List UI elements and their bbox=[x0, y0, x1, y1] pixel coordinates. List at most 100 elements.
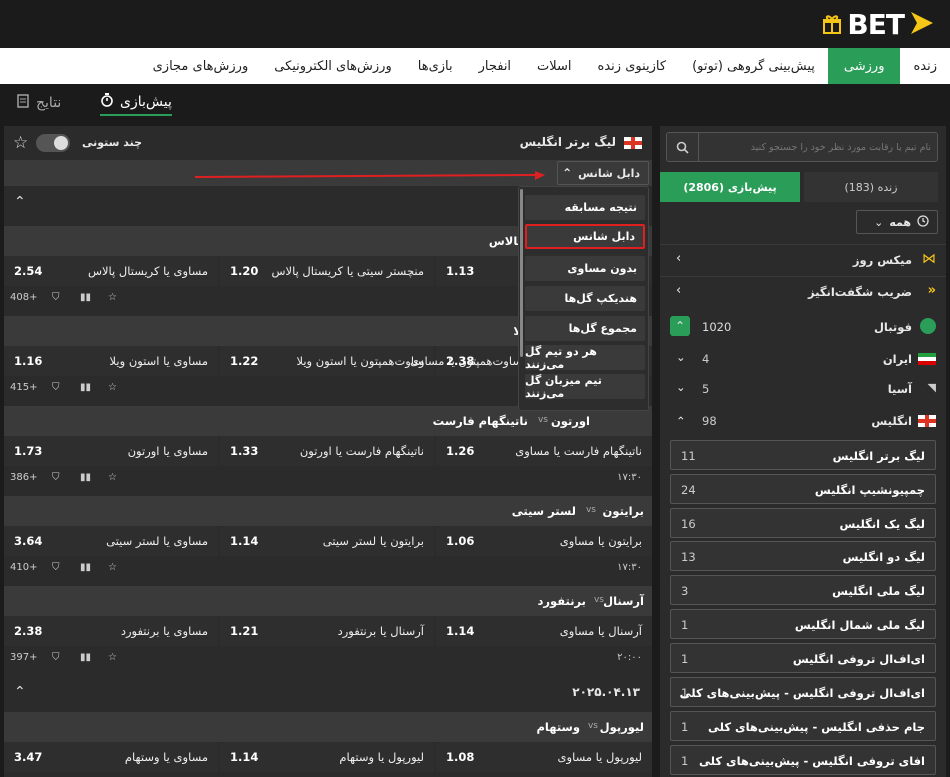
promo-mix-of-day[interactable]: ‹ میکس روز ⋈ bbox=[660, 244, 946, 274]
jersey-icon[interactable]: ⛉ bbox=[52, 292, 60, 303]
market-option[interactable]: مجموع گل‌ها bbox=[525, 316, 645, 341]
nav-toto[interactable]: پیش‌بینی گروهی (توتو) bbox=[679, 48, 828, 84]
stopwatch-icon bbox=[100, 93, 114, 111]
odds-cell-2[interactable]: ناتینگهام فارست یا اورتون 1.33 bbox=[220, 436, 434, 466]
promo-amazing-odds[interactable]: ‹ ضریب شگفت‌انگیز » bbox=[660, 276, 946, 306]
market-option[interactable]: بدون مساوی bbox=[525, 256, 645, 281]
more-markets-count[interactable]: 415+ bbox=[10, 382, 37, 393]
odds-value: 2.38 bbox=[446, 354, 475, 368]
odds-value: 2.54 bbox=[14, 264, 43, 278]
country-asia[interactable]: ⌄ 5 آسیا ◥ bbox=[660, 374, 946, 404]
stats-icon[interactable]: ▮▮ bbox=[80, 382, 91, 393]
league-item[interactable]: 1 ای‌اف‌ال تروفی انگلیس - پیش‌بینی‌های کل… bbox=[670, 677, 936, 707]
league-item[interactable]: 1 جام حذفی انگلیس - پیش‌بینی‌های کلی bbox=[670, 711, 936, 741]
league-item[interactable]: 1 لیگ ملی شمال انگلیس bbox=[670, 609, 936, 639]
odds-cell-3[interactable]: مساوی یا استون ویلا 1.16 bbox=[4, 346, 218, 376]
odds-value: 1.26 bbox=[446, 444, 475, 458]
odds-cell-1[interactable]: آرسنال یا مساوی 1.14 bbox=[436, 616, 652, 646]
stats-icon[interactable]: ▮▮ bbox=[80, 652, 91, 663]
country-iran[interactable]: ⌄ 4 ایران bbox=[660, 344, 946, 374]
nav-games[interactable]: بازی‌ها bbox=[405, 48, 466, 84]
market-select[interactable]: ⌃ دابل شانس bbox=[557, 161, 649, 185]
odds-cell-2[interactable]: لیورپول یا وستهام 1.14 bbox=[220, 742, 434, 772]
country-england[interactable]: ⌃ 98 انگلیس bbox=[660, 406, 946, 436]
search-input[interactable] bbox=[701, 133, 937, 161]
double-chevron-icon: » bbox=[927, 283, 936, 298]
gift-icon[interactable] bbox=[821, 13, 843, 35]
odds-cell-3[interactable]: مساوی یا اورتون 1.73 bbox=[4, 436, 218, 466]
league-item[interactable]: 3 لیگ ملی انگلیس bbox=[670, 575, 936, 605]
nav-esports[interactable]: ورزش‌های الکترونیکی bbox=[261, 48, 405, 84]
columns-toggle[interactable] bbox=[36, 134, 70, 152]
odds-cell-1[interactable]: لیورپول یا مساوی 1.08 bbox=[436, 742, 652, 772]
odds-cell-2[interactable]: برایتون یا لستر سیتی 1.14 bbox=[220, 526, 434, 556]
stats-icon[interactable]: ▮▮ bbox=[80, 562, 91, 573]
odds-cell-2[interactable]: منچستر سیتی یا کریستال پالاس 1.20 bbox=[220, 256, 434, 286]
more-markets-count[interactable]: 408+ bbox=[10, 292, 37, 303]
logo-arrow-icon bbox=[908, 9, 936, 40]
star-icon[interactable]: ☆ bbox=[13, 133, 28, 153]
star-icon[interactable]: ☆ bbox=[108, 562, 117, 573]
nav-crash[interactable]: انفجار bbox=[466, 48, 524, 84]
league-item[interactable]: 13 لیگ دو انگلیس bbox=[670, 541, 936, 571]
odds-cell-2[interactable]: ساوت‌همپتون یا استون ویلا 1.22 bbox=[220, 346, 434, 376]
odds-label: برایتون یا لستر سیتی bbox=[322, 534, 424, 548]
star-icon[interactable]: ☆ bbox=[108, 652, 117, 663]
odds-cell-3[interactable]: مساوی یا برنتفورد 2.38 bbox=[4, 616, 218, 646]
star-icon[interactable]: ☆ bbox=[108, 472, 117, 483]
odds-cell-3[interactable]: مساوی یا لستر سیتی 3.64 bbox=[4, 526, 218, 556]
star-icon[interactable]: ☆ bbox=[108, 292, 117, 303]
time-filter-select[interactable]: ⌄ همه bbox=[856, 210, 938, 234]
more-markets-count[interactable]: 410+ bbox=[10, 562, 37, 573]
tab-prematch-count[interactable]: پیش‌بازی (2806) bbox=[660, 172, 800, 202]
league-count: 24 bbox=[681, 483, 696, 497]
stats-icon[interactable]: ▮▮ bbox=[80, 472, 91, 483]
market-option[interactable]: تیم میزبان گل می‌زنند bbox=[525, 374, 645, 400]
league-name: ای‌اف‌ال تروفی انگلیس - پیش‌بینی‌های کلی bbox=[679, 686, 925, 700]
odds-row: مساوی یا وستهام 3.47 لیورپول یا وستهام 1.1… bbox=[4, 742, 652, 772]
brand-logo[interactable]: BET bbox=[821, 8, 936, 41]
nav-slots[interactable]: اسلات bbox=[524, 48, 585, 84]
league-item[interactable]: 1 افای تروفی انگلیس - پیش‌بینی‌های کلی bbox=[670, 745, 936, 775]
jersey-icon[interactable]: ⛉ bbox=[52, 472, 60, 483]
jersey-icon[interactable]: ⛉ bbox=[52, 382, 60, 393]
tab-live[interactable]: زنده (183) bbox=[804, 172, 938, 202]
clock-icon bbox=[917, 214, 929, 230]
more-markets-count[interactable]: 386+ bbox=[10, 472, 37, 483]
odds-cell-3[interactable]: مساوی یا کریستال پالاس 2.54 bbox=[4, 256, 218, 286]
nav-live[interactable]: زنده bbox=[900, 48, 950, 84]
market-option[interactable]: نتیجه مسابقه bbox=[525, 195, 645, 220]
odds-cell-2[interactable]: آرسنال یا برنتفورد 1.21 bbox=[220, 616, 434, 646]
stats-icon[interactable]: ▮▮ bbox=[80, 292, 91, 303]
league-item[interactable]: 24 چمپیونشیپ انگلیس bbox=[670, 474, 936, 504]
odds-row: مساوی یا برنتفورد 2.38 آرسنال یا برنتفورد… bbox=[4, 616, 652, 646]
market-option[interactable]: هر دو تیم گل می‌زنند bbox=[525, 345, 645, 371]
chevron-up-icon[interactable]: ⌃ bbox=[14, 194, 26, 210]
search-icon[interactable] bbox=[667, 133, 699, 161]
sport-football[interactable]: ⌃ 1020 فوتبال bbox=[660, 312, 946, 342]
league-item[interactable]: 16 لیگ یک انگلیس bbox=[670, 508, 936, 538]
nav-live-casino[interactable]: کازینوی زنده bbox=[585, 48, 680, 84]
jersey-icon[interactable]: ⛉ bbox=[52, 562, 60, 573]
odds-value: 1.08 bbox=[446, 750, 475, 764]
jersey-icon[interactable]: ⛉ bbox=[52, 652, 60, 663]
league-item[interactable]: 1 ای‌اف‌ال تروفی انگلیس bbox=[670, 643, 936, 673]
market-option-selected[interactable]: دابل شانس bbox=[525, 224, 645, 249]
odds-cell-3[interactable]: مساوی یا وستهام 3.47 bbox=[4, 742, 218, 772]
collapse-button[interactable]: ⌃ bbox=[670, 316, 690, 336]
market-option[interactable]: هندیکپ گل‌ها bbox=[525, 286, 645, 311]
country-name: آسیا bbox=[887, 382, 912, 396]
match-meta: 397+ ⛉ ▮▮ ☆ ۲۰:۰۰ bbox=[4, 650, 652, 668]
star-icon[interactable]: ☆ bbox=[108, 382, 117, 393]
league-item[interactable]: 11 لیگ برتر انگلیس bbox=[670, 440, 936, 470]
nav-virtual[interactable]: ورزش‌های مجازی bbox=[140, 48, 262, 84]
tab-prematch[interactable]: پیش‌بازی bbox=[100, 90, 172, 116]
dropdown-scrollbar[interactable] bbox=[520, 189, 523, 357]
more-markets-count[interactable]: 397+ bbox=[10, 652, 37, 663]
odds-cell-1[interactable]: برایتون یا مساوی 1.06 bbox=[436, 526, 652, 556]
match-time: ۲۰:۰۰ bbox=[617, 652, 642, 663]
odds-cell-1[interactable]: ناتینگهام فارست یا مساوی 1.26 bbox=[436, 436, 652, 466]
nav-sports[interactable]: ورزشی bbox=[827, 48, 901, 84]
chevron-up-icon[interactable]: ⌃ bbox=[14, 684, 26, 700]
tab-results[interactable]: نتایج bbox=[16, 90, 61, 116]
